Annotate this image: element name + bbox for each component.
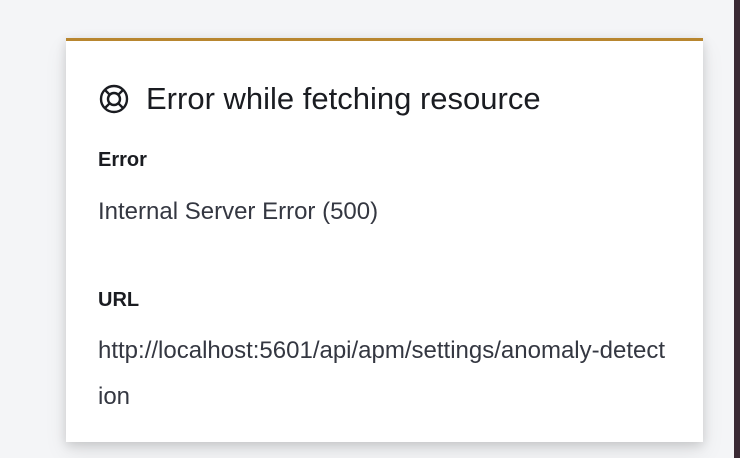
url-label: URL [98,289,140,311]
toast-header: Error while fetching resource [98,81,541,117]
error-value: Internal Server Error (500) [98,198,379,225]
error-label: Error [98,149,147,171]
lifebuoy-icon [98,83,130,115]
error-toast: Error while fetching resource Error Inte… [66,38,703,442]
window-edge [734,0,740,458]
url-value: http://localhost:5601/api/apm/settings/a… [98,337,665,410]
toast-title: Error while fetching resource [146,81,541,116]
